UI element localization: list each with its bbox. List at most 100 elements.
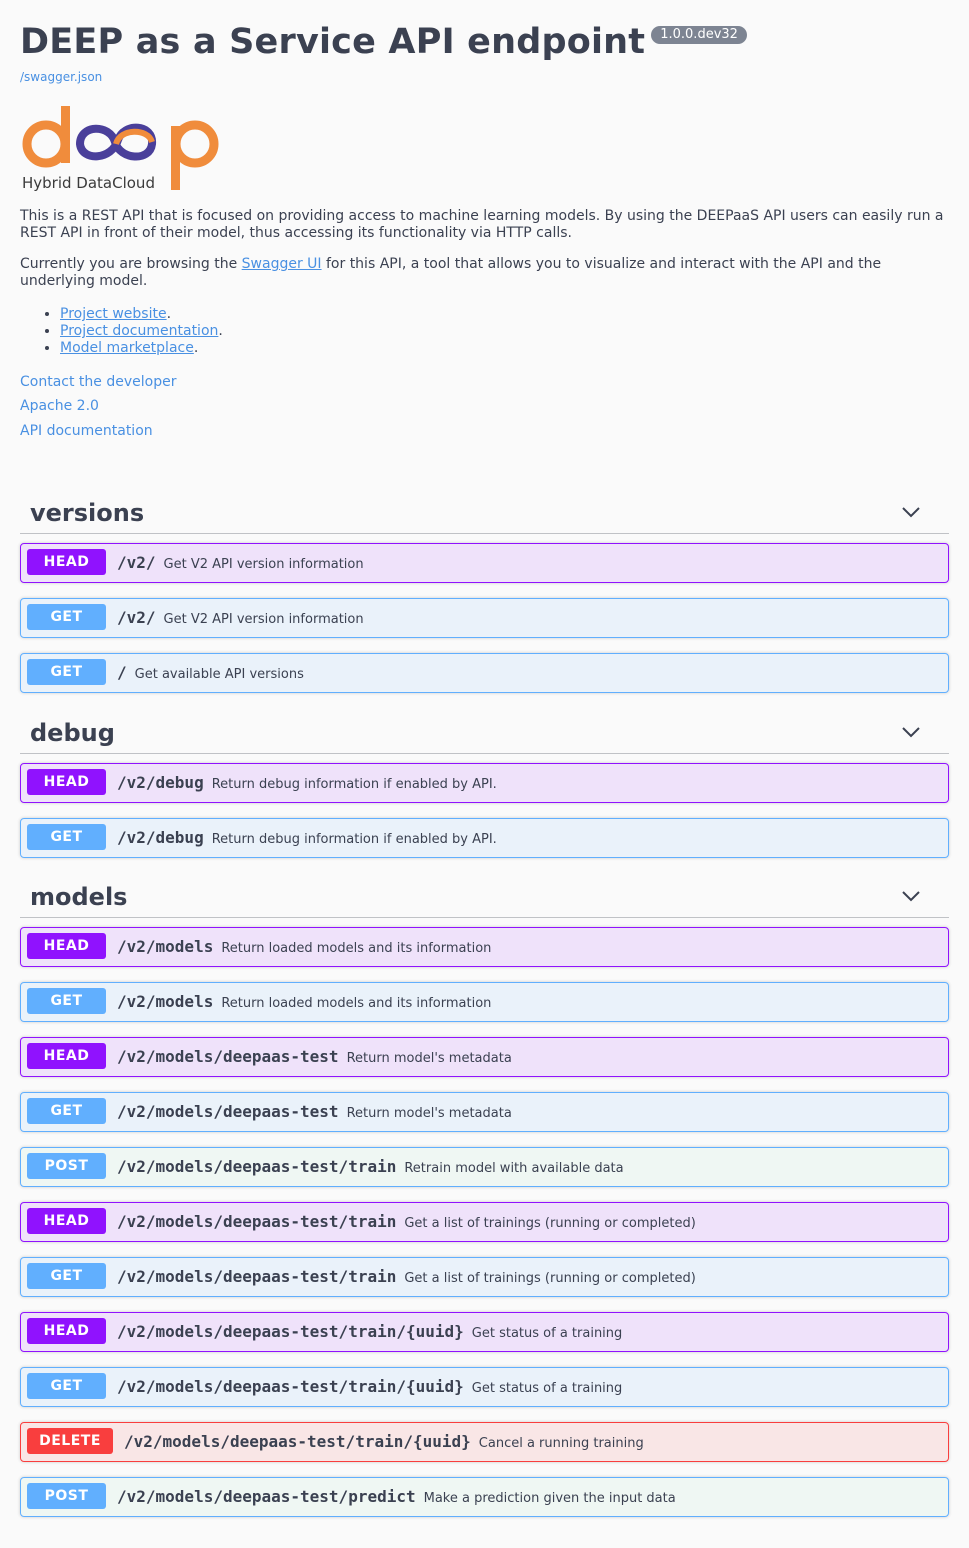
operation-delete[interactable]: DELETE/v2/models/deepaas-test/train/{uui… [20,1422,949,1462]
operation-summary: Get a list of trainings (running or comp… [404,1271,696,1286]
method-badge: HEAD [27,1208,106,1234]
tag-section-debug[interactable]: debug [20,711,949,754]
page-title: DEEP as a Service API endpoint [20,22,646,62]
operation-summary: Retrain model with available data [404,1161,624,1176]
version-badge: 1.0.0.dev32 [651,26,747,44]
operation-path: /v2/ [117,608,156,627]
operation-path: /v2/models/deepaas-test/train/{uuid} [117,1377,464,1396]
operation-summary: Return debug information if enabled by A… [211,777,497,792]
operation-path: /v2/models/deepaas-test/train/{uuid} [117,1322,464,1341]
method-badge: GET [27,659,106,685]
tag-section-models[interactable]: models [20,875,949,918]
operation-summary-line: /v2/debug Return debug information if ena… [117,764,497,802]
operation-get[interactable]: GET/v2/debug Return debug information if … [20,818,949,858]
operation-summary: Get status of a training [471,1326,623,1341]
operation-head[interactable]: HEAD/v2/models Return loaded models and i… [20,927,949,967]
operation-path: /v2/models/deepaas-test/train [117,1157,397,1176]
api-documentation-link[interactable]: API documentation [20,423,153,439]
chevron-down-icon[interactable] [901,725,921,739]
operation-path: /v2/debug [117,773,204,792]
swagger-ui-link[interactable]: Swagger UI [242,256,322,272]
swagger-json-link[interactable]: /swagger.json [20,70,102,84]
method-badge: HEAD [27,933,106,959]
operation-summary: Return model's metadata [346,1106,512,1121]
chevron-down-icon[interactable] [901,889,921,903]
method-badge: GET [27,988,106,1014]
tag-section-versions[interactable]: versions [20,491,949,534]
p2-text-before: Currently you are browsing the [20,256,242,272]
list-item: Project documentation. [60,323,223,340]
operation-path: /v2/models/deepaas-test/train [117,1267,397,1286]
operation-summary-line: /v2/models/deepaas-test/train Get a list … [117,1203,696,1241]
operation-summary-line: /v2/models/deepaas-test Return model's me… [117,1093,512,1131]
tag-title: models [30,883,128,911]
operation-summary: Return model's metadata [346,1051,512,1066]
operation-summary: Return loaded models and its information [221,941,492,956]
resource-links-list: Project website. Project documentation. … [20,306,223,357]
operation-summary-line: /v2/Get V2 API version information [117,599,364,637]
operation-summary-line: /v2/models/deepaas-test Return model's me… [117,1038,512,1076]
method-badge: HEAD [27,1043,106,1069]
operation-get[interactable]: GET/v2/Get V2 API version information [20,598,949,638]
license-link[interactable]: Apache 2.0 [20,398,99,414]
operation-summary: Cancel a running training [478,1436,644,1451]
operation-path: /v2/models/deepaas-test [117,1047,339,1066]
list-item: Model marketplace. [60,340,223,357]
method-badge: HEAD [27,1318,106,1344]
model-marketplace-link[interactable]: Model marketplace [60,340,194,356]
operation-summary: Get a list of trainings (running or comp… [404,1216,696,1231]
operation-post[interactable]: POST/v2/models/deepaas-test/train Retrain… [20,1147,949,1187]
description-paragraph-2: Currently you are browsing the Swagger U… [20,256,949,290]
operation-summary: Get V2 API version information [163,557,364,572]
operation-summary-line: /v2/models/deepaas-test/predict Make a pr… [117,1478,676,1516]
contact-developer-link[interactable]: Contact the developer [20,374,176,390]
operation-summary-line: /v2/models/deepaas-test/train Retrain mod… [117,1148,624,1186]
operation-summary-line: /v2/models/deepaas-test/train/{uuid} Canc… [124,1423,644,1461]
operation-summary-line: /v2/models Return loaded models and its i… [117,983,491,1021]
operation-head[interactable]: HEAD/v2/models/deepaas-test Return model'… [20,1037,949,1077]
operation-head[interactable]: HEAD/v2/models/deepaas-test/train/{uuid}… [20,1312,949,1352]
operation-get[interactable]: GET/v2/models/deepaas-test/train Get a li… [20,1257,949,1297]
operation-get[interactable]: GET / Get available API versions [20,653,949,693]
method-badge: GET [27,824,106,850]
operation-get[interactable]: GET/v2/models/deepaas-test/train/{uuid} G… [20,1367,949,1407]
operation-post[interactable]: POST/v2/models/deepaas-test/predict Make … [20,1477,949,1517]
operation-summary-line: /v2/models/deepaas-test/train Get a list … [117,1258,696,1296]
operation-path: /v2/models/deepaas-test/train/{uuid} [124,1432,471,1451]
operation-path: /v2/models/deepaas-test/train [117,1212,397,1231]
method-badge: POST [27,1153,106,1179]
operation-get[interactable]: GET/v2/models Return loaded models and it… [20,982,949,1022]
method-badge: HEAD [27,549,106,575]
title-row: DEEP as a Service API endpoint 1.0.0.dev3… [20,22,747,66]
operation-head[interactable]: HEAD/v2/debug Return debug information if… [20,763,949,803]
tag-title: versions [30,499,145,527]
operation-get[interactable]: GET/v2/models/deepaas-test Return model's… [20,1092,949,1132]
operation-summary: Get available API versions [134,667,304,682]
operation-path: /v2/models [117,992,214,1011]
operation-summary: Make a prediction given the input data [423,1491,676,1506]
project-website-link[interactable]: Project website [60,306,167,322]
operation-path: /v2/models/deepaas-test/predict [117,1487,416,1506]
operation-path: /v2/ [117,553,156,572]
description-paragraph-1: This is a REST API that is focused on pr… [20,208,944,241]
operation-path: /v2/models [117,937,214,956]
method-badge: GET [27,1373,106,1399]
operation-summary-line: /v2/models Return loaded models and its i… [117,928,491,966]
operation-path: /v2/debug [117,828,204,847]
operation-summary-line: /v2/models/deepaas-test/train/{uuid} Get … [117,1313,622,1351]
list-item: Project website. [60,306,223,323]
operation-path: / [117,663,127,682]
method-badge: POST [27,1483,106,1509]
method-badge: GET [27,604,106,630]
operation-summary: Get status of a training [471,1381,623,1396]
method-badge: DELETE [27,1428,113,1454]
operation-head[interactable]: HEAD/v2/Get V2 API version information [20,543,949,583]
project-documentation-link[interactable]: Project documentation [60,323,218,339]
method-badge: HEAD [27,769,106,795]
chevron-down-icon[interactable] [901,505,921,519]
deep-hybrid-datacloud-logo: Hybrid DataCloud [22,106,219,192]
operation-summary-line: /v2/models/deepaas-test/train/{uuid} Get … [117,1368,622,1406]
operation-head[interactable]: HEAD/v2/models/deepaas-test/train Get a l… [20,1202,949,1242]
method-badge: GET [27,1263,106,1289]
operation-summary-line: /v2/Get V2 API version information [117,544,364,582]
